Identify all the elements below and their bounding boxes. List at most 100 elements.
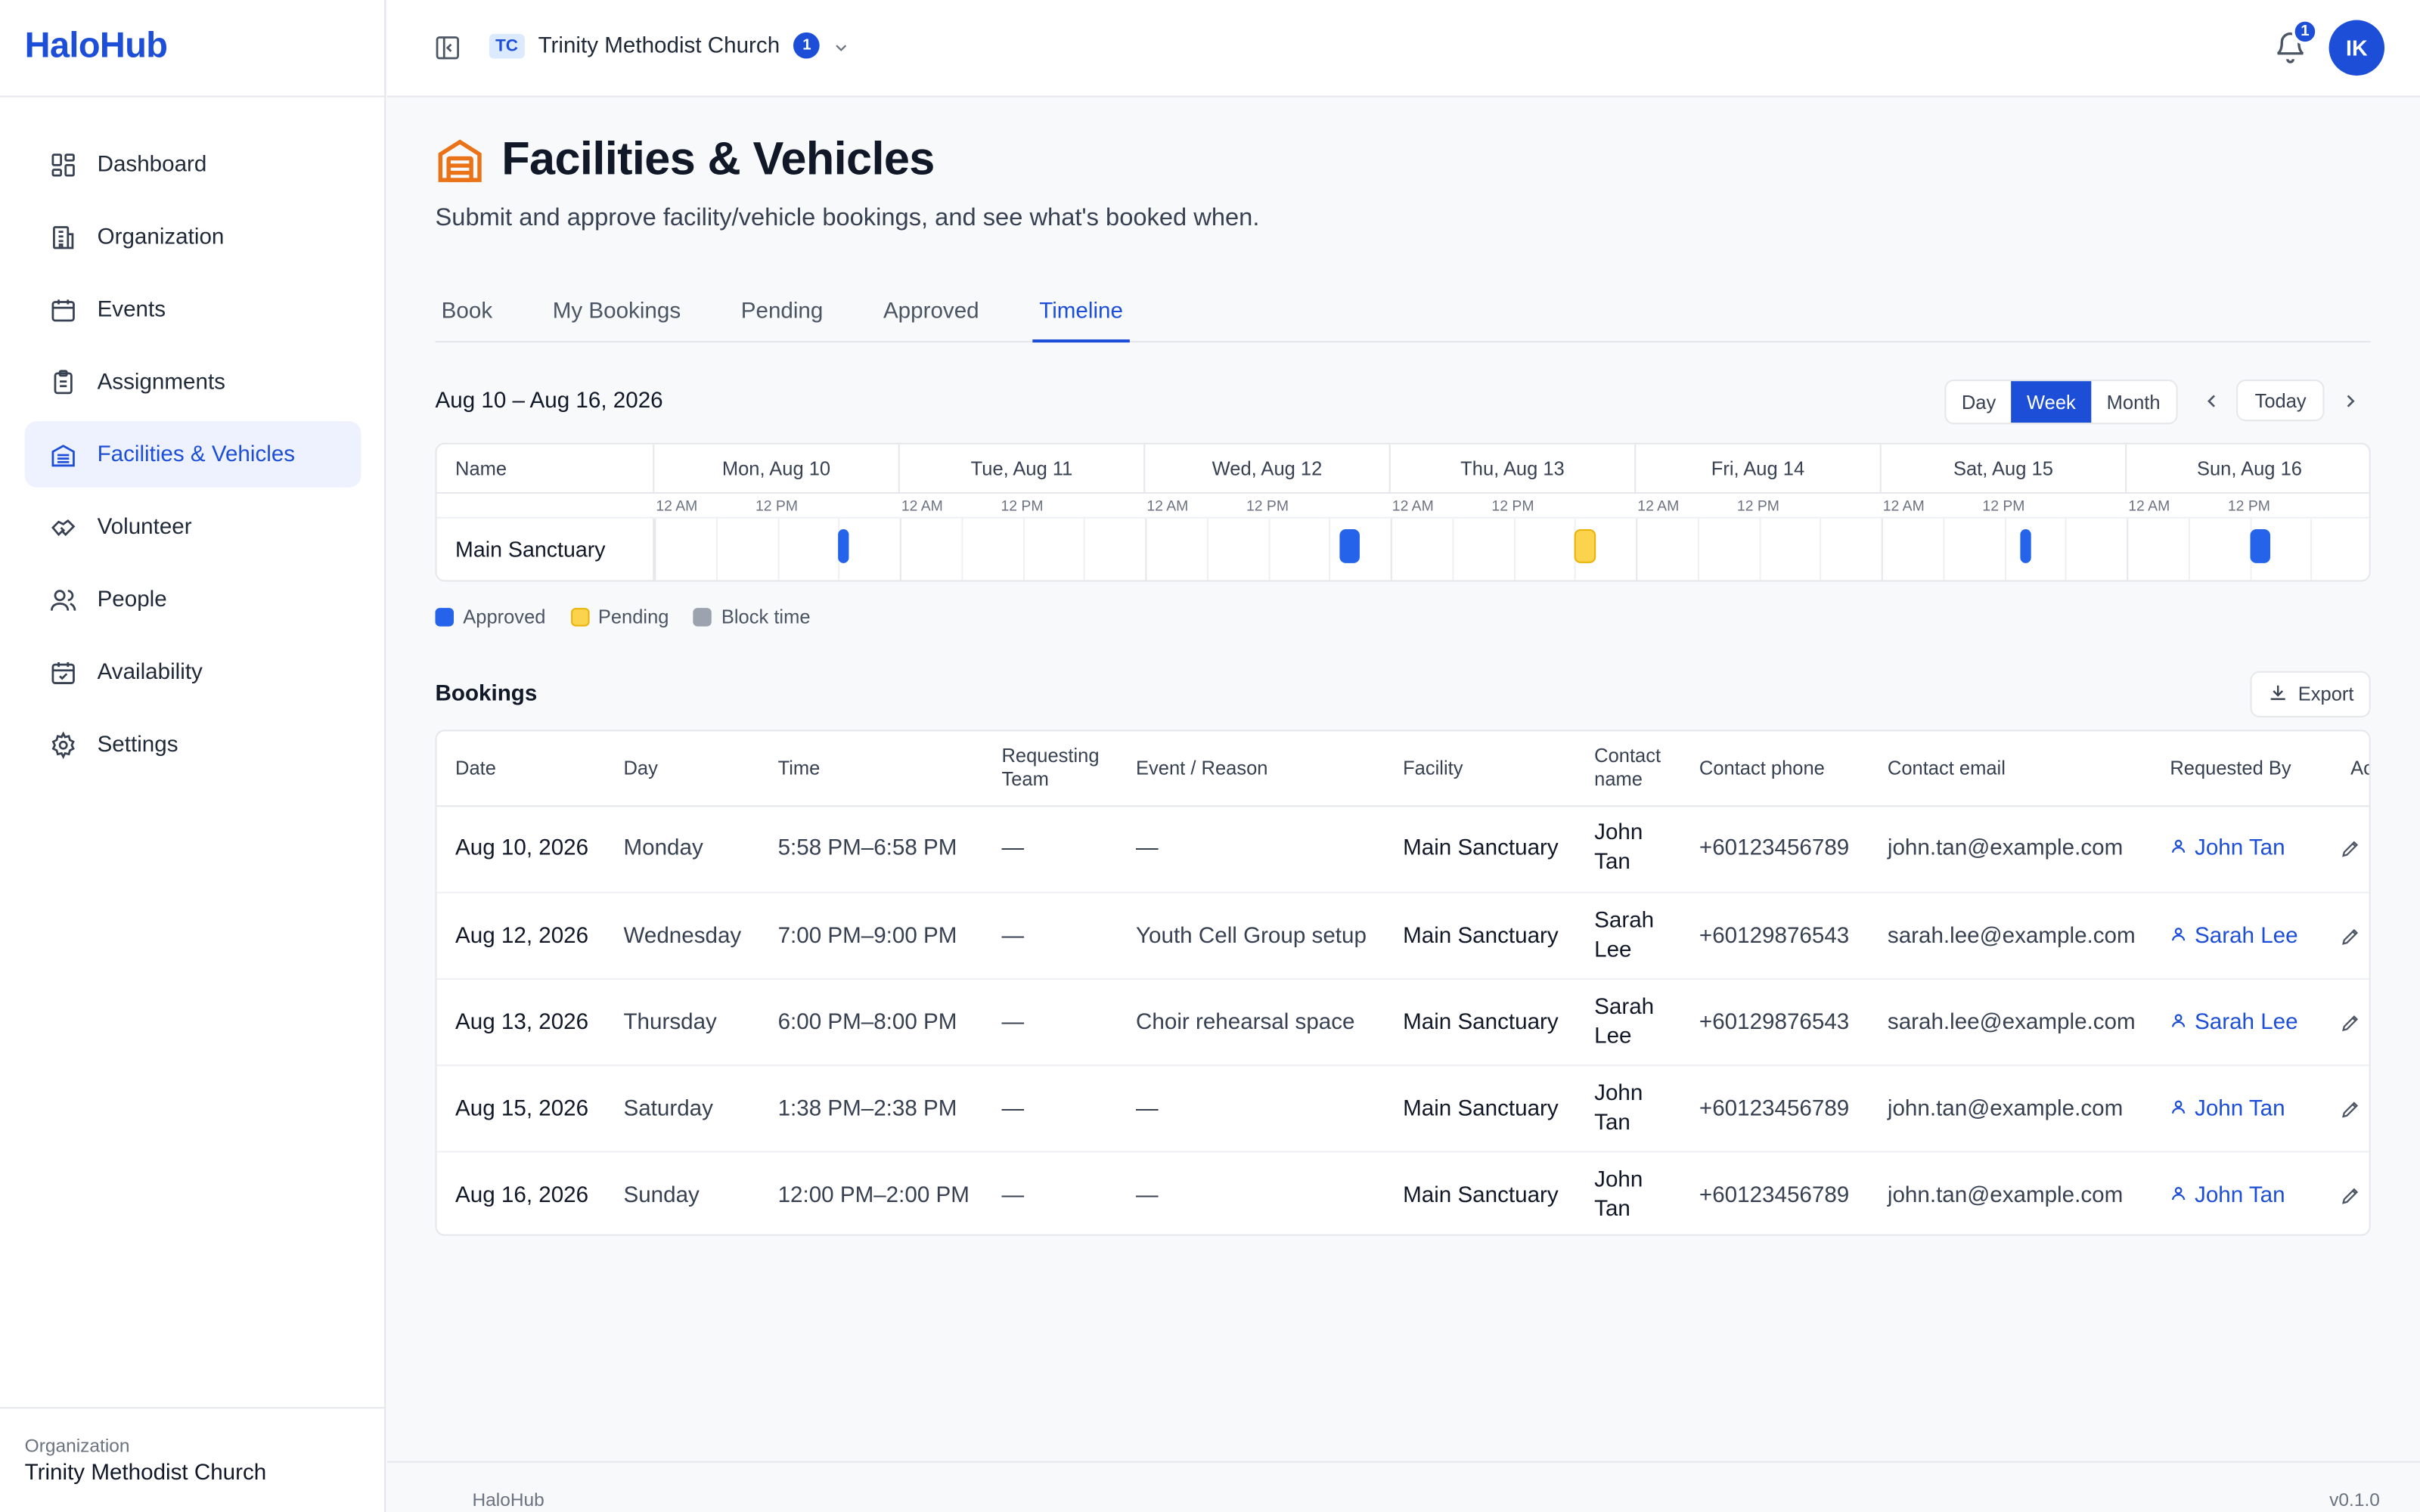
sidebar-item-organization[interactable]: Organization [25,203,361,270]
cell-contact-email: john.tan@example.com [1887,1095,2124,1121]
cell-facility: Main Sanctuary [1403,1182,1559,1207]
user-avatar[interactable]: IK [2328,20,2385,76]
cell-requesting-team: — [1001,1009,1025,1035]
cell-contact-phone: +60123456789 [1699,1095,1850,1121]
column-header-requested-by[interactable]: Requested By [2170,731,2350,805]
column-header-day[interactable]: Day [623,731,777,805]
date-range-label: Aug 10 – Aug 16, 2026 [435,389,663,414]
sidebar-item-volunteer[interactable]: Volunteer [25,494,361,560]
column-header-contact-email[interactable]: Contact email [1888,731,2170,805]
pencil-icon[interactable] [2340,805,2369,891]
org-switcher[interactable]: TC Trinity Methodist Church 1 [489,32,851,59]
requested-by-name: John Tan [2195,1182,2285,1207]
column-header-facility[interactable]: Facility [1403,731,1594,805]
requested-by-name: John Tan [2195,835,2285,860]
timeline-day-header: Tue, Aug 11 [899,444,1146,494]
dashboard-icon [48,149,79,180]
sidebar-item-dashboard[interactable]: Dashboard [25,131,361,197]
building-icon [48,222,79,253]
table-row: Aug 16, 2026 Sunday 12:00 PM–2:00 PM — — Main… [436,1151,2369,1234]
chevron-right-icon[interactable] [2340,389,2362,414]
tab-approved[interactable]: Approved [877,286,985,343]
cell-day: Saturday [623,1095,713,1121]
column-header-contact-phone[interactable]: Contact phone [1699,731,1888,805]
timeline-booking-approved[interactable] [2249,528,2270,563]
bookings-table: Date Day Time Requesting Team Event / Reason… [435,730,2371,1236]
download-icon [2267,681,2298,708]
cell-requested-by[interactable]: John Tan [2170,1066,2350,1152]
timeline-gridline [899,518,901,581]
timeline-booking-approved[interactable] [1339,528,1360,563]
export-button[interactable]: Export [2250,671,2371,717]
cell-requested-by[interactable]: John Tan [2170,1152,2350,1234]
cell-contact-name: Sarah Lee [1594,995,1655,1049]
table-row: Aug 15, 2026 Saturday 1:38 PM–2:38 PM — — Mai… [436,1064,2369,1152]
pencil-icon[interactable] [2340,1066,2369,1152]
chevron-left-icon[interactable] [2201,389,2223,414]
timeline-gridline [2127,518,2129,581]
sidebar-item-availability[interactable]: Availability [25,639,361,705]
pencil-icon[interactable] [2340,894,2369,980]
cell-requesting-team: — [1001,1095,1025,1121]
view-month-button[interactable]: Month [2091,381,2176,423]
sidebar-item-facilities[interactable]: Facilities & Vehicles [24,421,361,488]
view-week-button[interactable]: Week [2011,381,2092,423]
column-header-actions[interactable]: Ac [2350,731,2369,805]
handshake-icon [48,512,79,543]
column-header-requesting-team[interactable]: Requesting Team [1001,731,1109,805]
tab-timeline[interactable]: Timeline [1033,286,1130,343]
sidebar-item-assignments[interactable]: Assignments [25,349,361,415]
app-logo[interactable]: HaloHub [25,25,168,67]
today-button[interactable]: Today [2236,380,2325,422]
sidebar-item-events[interactable]: Events [25,276,361,342]
warehouse-icon [48,439,79,470]
pencil-icon[interactable] [2340,980,2369,1066]
timeline-gridline [654,518,656,581]
requested-by-name: Sarah Lee [2195,923,2298,949]
sidebar-nav: Dashboard Organization Events Assignment… [24,131,361,783]
timeline-gridline [1084,518,1086,581]
timeline-gridline [2310,518,2313,581]
cell-day: Thursday [623,1009,717,1035]
timeline-gridline [1267,518,1270,581]
cell-requested-by[interactable]: Sarah Lee [2170,894,2350,980]
sidebar-item-people[interactable]: People [25,566,361,633]
sidebar-item-label: Events [97,296,166,322]
sidebar-toggle-icon[interactable] [433,34,461,62]
timeline-gridline [715,518,718,581]
bookings-title: Bookings [435,682,538,707]
tab-book[interactable]: Book [436,286,499,343]
tab-my-bookings[interactable]: My Bookings [547,286,687,343]
column-header-date[interactable]: Date [455,731,623,805]
cell-requested-by[interactable]: Sarah Lee [2170,980,2350,1066]
timeline-gridline [1022,518,1025,581]
tab-pending[interactable]: Pending [735,286,830,343]
cell-requesting-team: — [1001,923,1025,949]
cell-facility: Main Sanctuary [1403,835,1559,860]
page-footer: HaloHub v0.1.0 [387,1461,2420,1512]
column-header-time[interactable]: Time [778,731,1002,805]
timeline-gridline [1942,518,1944,581]
notification-badge: 1 [2291,18,2319,45]
column-header-contact-name[interactable]: Contact name [1594,731,1702,805]
cell-contact-email: sarah.lee@example.com [1887,923,2136,949]
timeline-day-header: Fri, Aug 14 [1636,444,1882,494]
column-header-event-reason[interactable]: Event / Reason [1136,731,1403,805]
timeline-booking-approved[interactable] [838,528,849,563]
sidebar-item-settings[interactable]: Settings [25,711,361,778]
timeline-booking-pending[interactable] [1575,528,1596,563]
sidebar-footer: Organization Trinity Methodist Church [0,1407,386,1512]
page-subtitle: Submit and approve facility/vehicle book… [435,205,1260,232]
main-content: Facilities & Vehicles Submit and approve… [387,98,2420,1461]
legend-item-approved: Approved [435,606,545,628]
cell-time: 6:00 PM–8:00 PM [777,1009,957,1035]
timeline-booking-approved[interactable] [2021,528,2031,563]
cell-contact-email: john.tan@example.com [1887,835,2124,860]
pencil-icon[interactable] [2340,1152,2369,1234]
tab-bar: Book My Bookings Pending Approved Timeli… [435,286,2371,343]
cell-time: 1:38 PM–2:38 PM [777,1095,957,1121]
view-day-button[interactable]: Day [1946,381,2011,423]
timeline-day-header: Sun, Aug 16 [2127,445,2369,494]
cell-contact-name: John Tan [1594,820,1643,875]
cell-requested-by[interactable]: John Tan [2170,805,2350,891]
